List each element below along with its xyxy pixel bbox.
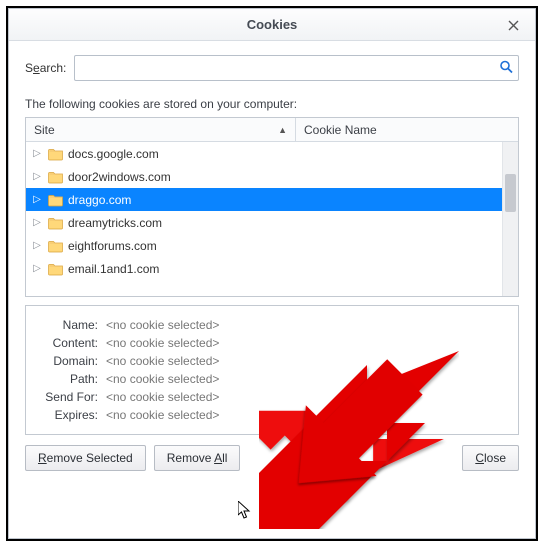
close-button[interactable]: Close <box>462 445 519 471</box>
folder-icon <box>48 192 64 208</box>
remove-all-button[interactable]: Remove All <box>154 445 241 471</box>
remove-selected-button[interactable]: Remove Selected <box>25 445 146 471</box>
dialog-title: Cookies <box>247 17 298 32</box>
folder-icon <box>48 238 64 254</box>
list-item[interactable]: ▷ email.1and1.com <box>26 257 518 280</box>
search-row: Search: <box>25 55 519 81</box>
list-item[interactable]: ▷ eightforums.com <box>26 234 518 257</box>
folder-icon <box>48 146 64 162</box>
hint-text: The following cookies are stored on your… <box>25 97 519 111</box>
list-item[interactable]: ▷ draggo.com <box>26 188 518 211</box>
cookies-dialog: Cookies Search: The following cookies ar… <box>8 8 536 539</box>
expand-icon[interactable]: ▷ <box>30 194 44 205</box>
column-header-site[interactable]: Site ▲ <box>26 118 296 141</box>
detail-value-sendfor: <no cookie selected> <box>106 390 219 404</box>
detail-label-domain: Domain: <box>36 354 98 368</box>
site-name: draggo.com <box>68 193 131 207</box>
expand-icon[interactable]: ▷ <box>30 148 44 159</box>
expand-icon[interactable]: ▷ <box>30 263 44 274</box>
detail-value-path: <no cookie selected> <box>106 372 219 386</box>
detail-value-content: <no cookie selected> <box>106 336 219 350</box>
detail-value-domain: <no cookie selected> <box>106 354 219 368</box>
detail-label-expires: Expires: <box>36 408 98 422</box>
detail-value-expires: <no cookie selected> <box>106 408 219 422</box>
folder-icon <box>48 261 64 277</box>
search-label: Search: <box>25 61 66 75</box>
expand-icon[interactable]: ▷ <box>30 240 44 251</box>
detail-label-name: Name: <box>36 318 98 332</box>
site-name: docs.google.com <box>68 147 159 161</box>
list-item[interactable]: ▷ dreamytricks.com <box>26 211 518 234</box>
scrollbar[interactable] <box>502 142 518 296</box>
list-item[interactable]: ▷ docs.google.com <box>26 142 518 165</box>
cookie-list: Site ▲ Cookie Name ▷ docs.google.com ▷ door… <box>25 117 519 297</box>
sort-ascending-icon: ▲ <box>278 125 287 135</box>
site-name: email.1and1.com <box>68 262 159 276</box>
expand-icon[interactable]: ▷ <box>30 171 44 182</box>
detail-label-path: Path: <box>36 372 98 386</box>
list-item[interactable]: ▷ door2windows.com <box>26 165 518 188</box>
search-input[interactable] <box>74 55 519 81</box>
detail-label-content: Content: <box>36 336 98 350</box>
folder-icon <box>48 169 64 185</box>
site-name: door2windows.com <box>68 170 171 184</box>
expand-icon[interactable]: ▷ <box>30 217 44 228</box>
cookie-detail: Name: <no cookie selected> Content: <no co… <box>25 305 519 435</box>
site-name: eightforums.com <box>68 239 157 253</box>
titlebar: Cookies <box>9 9 535 41</box>
column-header-cookie-name[interactable]: Cookie Name <box>296 118 518 141</box>
close-icon[interactable] <box>491 9 535 41</box>
scrollbar-thumb[interactable] <box>505 174 516 212</box>
site-name: dreamytricks.com <box>68 216 162 230</box>
detail-value-name: <no cookie selected> <box>106 318 219 332</box>
folder-icon <box>48 215 64 231</box>
detail-label-sendfor: Send For: <box>36 390 98 404</box>
